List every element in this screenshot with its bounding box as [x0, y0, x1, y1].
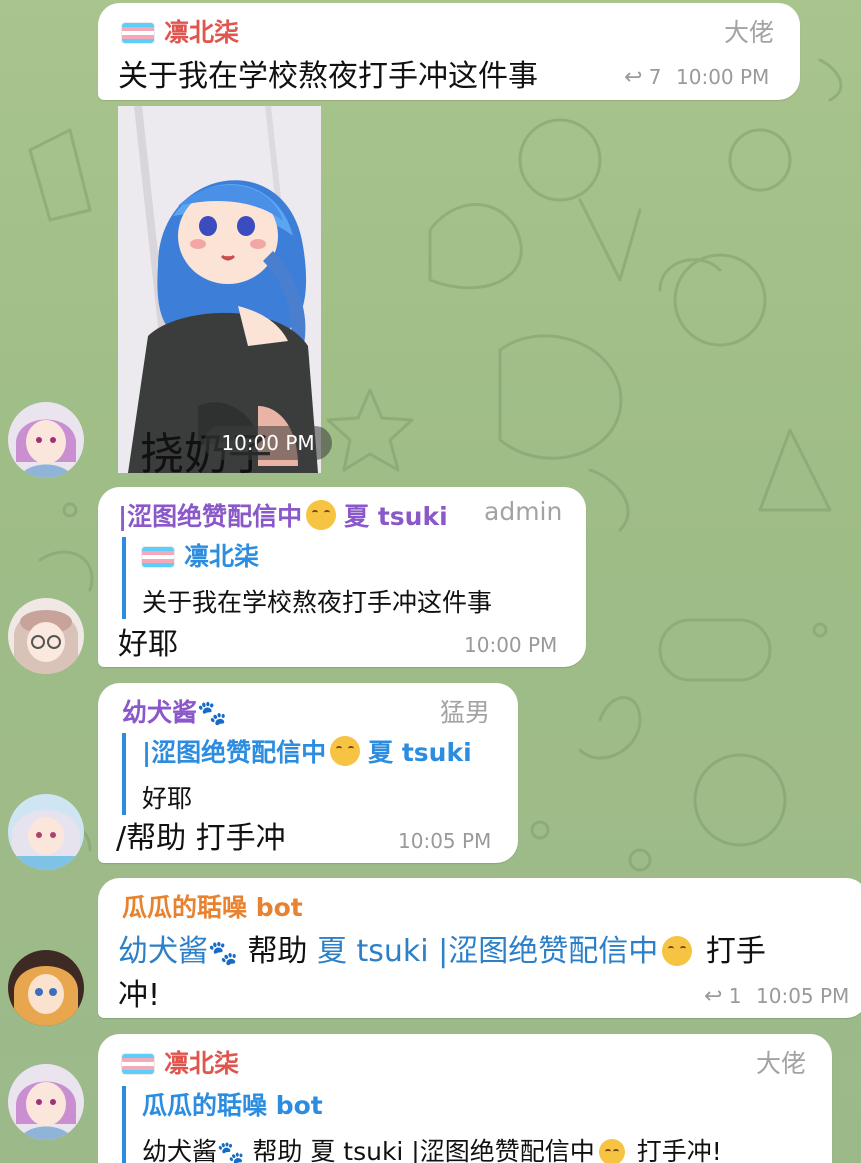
member-title: 大佬	[755, 1049, 806, 1078]
message-text-line-2: 冲!	[118, 978, 161, 1013]
reply-arrow-icon: ↩	[704, 984, 723, 1009]
quote-text: 关于我在学校熬夜打手冲这件事	[142, 588, 493, 617]
reply-count[interactable]: ↩ 1	[704, 984, 742, 1009]
member-title: 大佬	[723, 18, 774, 47]
message-bubble-6[interactable]: 凛北柒 大佬 瓜瓜的聒噪 bot 幼犬酱🐾 帮助 夏 tsuki |涩图绝赞配信…	[98, 1034, 832, 1163]
transgender-flag-icon	[122, 1054, 154, 1074]
reply-count[interactable]: ↩ 7	[624, 65, 662, 90]
drooling-face-emoji	[662, 936, 693, 966]
quote-text: 幼犬酱🐾 帮助 夏 tsuki |涩图绝赞配信中 打手冲!	[142, 1132, 722, 1163]
avatar-image	[8, 402, 84, 478]
drooling-face-emoji	[598, 1139, 625, 1163]
avatar-user-4[interactable]	[8, 950, 84, 1026]
mention-link[interactable]: 夏 tsuki |涩图绝赞配信中	[317, 934, 658, 969]
message-bubble-3[interactable]: |涩图绝赞配信中夏 tsuki admin 凛北柒 关于我在学校熬夜打手冲这件事…	[98, 487, 586, 667]
sender-name[interactable]: 幼犬酱🐾	[122, 693, 227, 729]
avatar-user-3[interactable]	[8, 794, 84, 870]
avatar-image	[8, 794, 84, 870]
photo-time-badge: 10:00 PM	[204, 426, 332, 460]
drooling-face-emoji	[306, 500, 337, 530]
drooling-face-emoji	[330, 736, 361, 766]
quote-text: 好耶	[142, 784, 193, 813]
message-bubble-4[interactable]: 幼犬酱🐾 猛男 |涩图绝赞配信中夏 tsuki 好耶 /帮助 打手冲 10:05…	[98, 683, 518, 863]
avatar-image	[8, 1064, 84, 1140]
paw-prints-icon: 🐾	[217, 1141, 245, 1163]
transgender-flag-icon	[142, 547, 174, 567]
avatar-user-5[interactable]	[8, 1064, 84, 1140]
paw-prints-icon: 🐾	[197, 699, 227, 727]
message-text: 好耶	[118, 627, 178, 662]
mention-link[interactable]: 幼犬酱	[118, 934, 208, 969]
sender-name[interactable]: 凛北柒	[122, 1044, 239, 1080]
transgender-flag-icon	[122, 23, 154, 43]
sender-name[interactable]: 瓜瓜的聒噪 bot	[122, 888, 303, 924]
message-text: 关于我在学校熬夜打手冲这件事	[118, 59, 538, 94]
sender-name[interactable]: 凛北柒	[122, 13, 239, 49]
member-title: 猛男	[440, 698, 491, 727]
message-time: 10:05 PM	[398, 829, 492, 853]
reply-quote[interactable]: |涩图绝赞配信中夏 tsuki 好耶	[122, 733, 472, 815]
message-text: /帮助 打手冲	[116, 821, 286, 856]
reply-quote[interactable]: 凛北柒 关于我在学校熬夜打手冲这件事	[122, 537, 492, 619]
reply-arrow-icon: ↩	[624, 65, 643, 90]
avatar-image	[8, 598, 84, 674]
message-text: 幼犬酱🐾 帮助 夏 tsuki |涩图绝赞配信中 打手	[118, 934, 766, 969]
avatar-image	[8, 950, 84, 1026]
reply-quote[interactable]: 瓜瓜的聒噪 bot 幼犬酱🐾 帮助 夏 tsuki |涩图绝赞配信中 打手冲!	[122, 1086, 722, 1163]
sender-name[interactable]: |涩图绝赞配信中夏 tsuki	[118, 497, 448, 533]
message-time: 10:00 PM	[464, 633, 558, 657]
message-bubble-1[interactable]: 凛北柒 大佬 关于我在学校熬夜打手冲这件事 ↩ 7 10:00 PM	[98, 3, 800, 100]
paw-prints-icon: 🐾	[208, 939, 238, 967]
avatar-user-2[interactable]	[8, 598, 84, 674]
message-time: 10:05 PM	[756, 984, 850, 1008]
message-bubble-5[interactable]: 瓜瓜的聒噪 bot 幼犬酱🐾 帮助 夏 tsuki |涩图绝赞配信中 打手 冲!…	[98, 878, 861, 1018]
avatar-user-1[interactable]	[8, 402, 84, 478]
member-title: admin	[484, 497, 563, 526]
message-time: 10:00 PM	[676, 65, 770, 89]
